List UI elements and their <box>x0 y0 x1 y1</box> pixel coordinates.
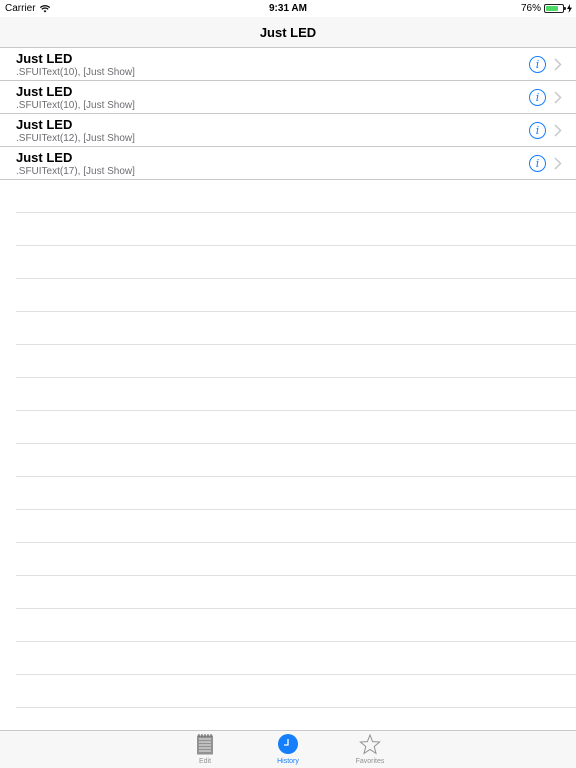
empty-separator <box>16 312 576 345</box>
list-item-title: Just LED <box>16 150 73 165</box>
empty-separator <box>16 213 576 246</box>
empty-separator <box>16 345 576 378</box>
empty-separator <box>16 477 576 510</box>
tab-history[interactable]: History <box>258 731 318 768</box>
battery-icon <box>544 4 566 13</box>
empty-separator <box>16 444 576 477</box>
battery-percent: 76% <box>520 3 541 14</box>
battery-fill <box>546 6 559 11</box>
info-icon[interactable]: i <box>529 155 546 172</box>
notepad-icon <box>197 734 213 755</box>
chevron-right-icon <box>554 124 562 137</box>
empty-separator <box>16 246 576 279</box>
chevron-right-icon <box>554 157 562 170</box>
list-item[interactable]: Just LED .SFUIText(17), [Just Show] i <box>0 147 576 180</box>
list-item-title: Just LED <box>16 84 73 99</box>
list-item-subtitle: .SFUIText(10), [Just Show] <box>16 67 135 78</box>
page-title: Just LED <box>259 25 317 40</box>
empty-separator <box>16 576 576 609</box>
tab-edit[interactable]: Edit <box>175 731 235 768</box>
empty-separator <box>16 279 576 312</box>
empty-separator <box>16 543 576 576</box>
empty-separator <box>16 411 576 444</box>
list-item[interactable]: Just LED .SFUIText(10), [Just Show] i <box>0 81 576 114</box>
status-right: 76% <box>521 3 572 14</box>
empty-separator <box>16 675 576 708</box>
tab-edit-label: Edit <box>198 758 212 765</box>
star-icon <box>359 734 381 755</box>
history-list: Just LED .SFUIText(10), [Just Show] i Ju… <box>0 48 576 180</box>
list-item-title: Just LED <box>16 117 73 132</box>
list-item[interactable]: Just LED .SFUIText(10), [Just Show] i <box>0 48 576 81</box>
clock-icon <box>278 734 298 754</box>
info-icon[interactable]: i <box>529 89 546 106</box>
empty-rows <box>0 180 576 708</box>
chevron-right-icon <box>554 58 562 71</box>
empty-separator <box>16 510 576 543</box>
tab-bar: Edit History Favorites <box>0 730 576 768</box>
clock-time: 9:31 AM <box>269 3 307 14</box>
status-bar: Carrier 9:31 AM 76% <box>0 0 576 17</box>
info-icon[interactable]: i <box>529 56 546 73</box>
empty-separator <box>16 609 576 642</box>
info-icon[interactable]: i <box>529 122 546 139</box>
list-item-subtitle: .SFUIText(10), [Just Show] <box>16 100 135 111</box>
tab-favorites[interactable]: Favorites <box>340 731 400 768</box>
list-item[interactable]: Just LED .SFUIText(12), [Just Show] i <box>0 114 576 147</box>
empty-separator <box>16 642 576 675</box>
list-item-title: Just LED <box>16 51 73 66</box>
list-item-subtitle: .SFUIText(17), [Just Show] <box>16 166 135 177</box>
empty-separator <box>16 180 576 213</box>
empty-separator <box>16 378 576 411</box>
tab-history-label: History <box>277 758 299 765</box>
navigation-bar: Just LED <box>0 17 576 48</box>
charging-bolt-icon <box>567 4 572 13</box>
tab-favorites-label: Favorites <box>355 758 385 765</box>
chevron-right-icon <box>554 91 562 104</box>
list-item-subtitle: .SFUIText(12), [Just Show] <box>16 133 135 144</box>
